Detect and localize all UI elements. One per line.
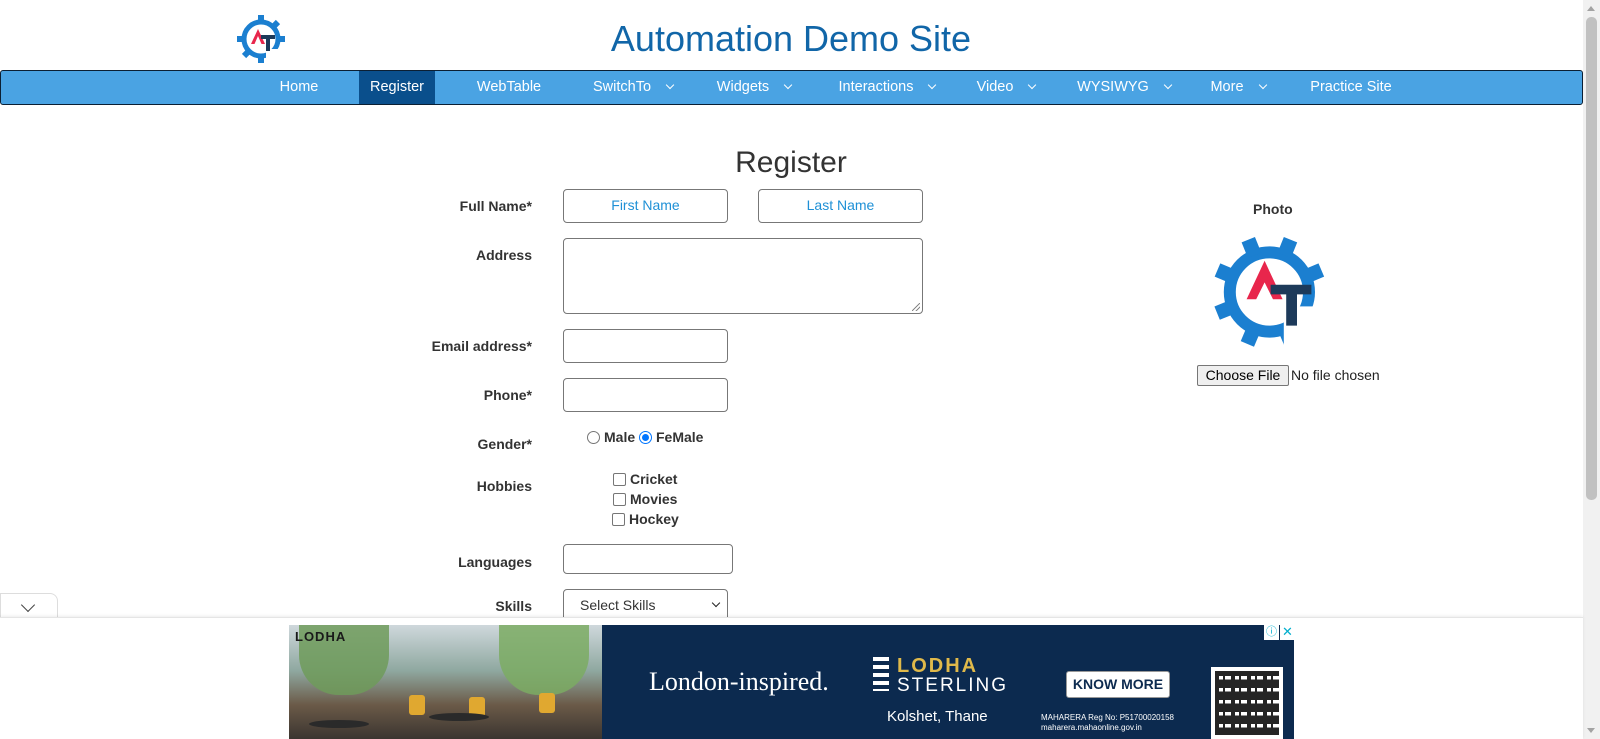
nav-widgets-label: Widgets [716, 79, 770, 95]
nav-home[interactable]: Home [257, 71, 341, 104]
ad-photo-chair [409, 695, 425, 715]
address-label: Address [475, 247, 532, 263]
nav-wysiwyg[interactable]: WYSIWYG [1069, 71, 1179, 104]
ad-collapse-toggle[interactable] [0, 593, 58, 619]
chevron-down-icon [783, 80, 793, 90]
skills-label: Skills [495, 598, 532, 614]
page-title: Register [735, 146, 847, 179]
gender-female-label: FeMale [656, 429, 704, 445]
phone-label: Phone* [483, 387, 532, 403]
qr-code-icon [1215, 671, 1279, 735]
nav-practice-site-label: Practice Site [1310, 79, 1392, 95]
ad-photo-tree [499, 625, 589, 695]
chevron-down-icon [1258, 80, 1267, 90]
chevron-down-icon [711, 598, 721, 608]
nav-switchto-label: SwitchTo [592, 79, 652, 95]
choose-file-button[interactable]: Choose File [1197, 365, 1289, 386]
chevron-down-icon [1163, 80, 1173, 90]
email-input[interactable] [563, 329, 728, 363]
nav-switchto[interactable]: SwitchTo [583, 71, 683, 104]
nav-register-label: Register [370, 79, 424, 95]
ad-photo-table [309, 720, 369, 728]
resize-grip-icon[interactable] [912, 303, 920, 311]
ad-rera-line1: MAHARERA Reg No: P51700020158 [1041, 713, 1174, 722]
ad-tagline: London-inspired. [649, 667, 829, 696]
last-name-input[interactable]: Last Name [758, 189, 923, 223]
phone-input[interactable] [563, 378, 728, 412]
hobby-cricket-label: Cricket [630, 471, 678, 487]
languages-input[interactable] [563, 544, 733, 574]
ad-close-icon[interactable]: ✕ [1280, 625, 1295, 640]
file-status-text: No file chosen [1291, 367, 1380, 383]
nav-widgets[interactable]: Widgets [707, 71, 801, 104]
hobby-movies-checkbox[interactable] [613, 493, 626, 506]
chevron-down-icon [1028, 80, 1037, 90]
hobbies-label: Hobbies [476, 478, 532, 494]
gender-male-label: Male [604, 429, 636, 445]
ad-qr-code [1211, 667, 1283, 739]
ad-banner[interactable]: LODHA London-inspired. LODHA STERLING Ko… [289, 625, 1294, 739]
ad-brand-bars-icon [873, 657, 889, 691]
profile-photo-placeholder-icon [1214, 237, 1332, 352]
nav-webtable-label: WebTable [476, 79, 542, 95]
scroll-up-arrow-icon[interactable] [1587, 6, 1595, 11]
hobby-hockey-label: Hockey [629, 511, 679, 527]
gender-female-radio[interactable] [639, 431, 652, 444]
skills-select-value: Select Skills [580, 597, 656, 613]
ad-rera-text: MAHARERA Reg No: P51700020158 maharera.m… [1041, 713, 1174, 733]
nav-wysiwyg-label: WYSIWYG [1077, 79, 1149, 95]
nav-home-label: Home [279, 79, 319, 95]
ad-info-icon[interactable]: ⓘ [1264, 625, 1279, 640]
page-scrollbar[interactable] [1583, 0, 1600, 739]
nav-practice-site[interactable]: Practice Site [1301, 71, 1401, 104]
ad-photo: LODHA [289, 625, 602, 739]
ad-photo-table [429, 713, 489, 721]
chevron-down-icon [665, 80, 675, 90]
ad-rera-line2: maharera.mahaonline.gov.in [1041, 723, 1142, 732]
hobby-movies-label: Movies [630, 491, 678, 507]
nav-video[interactable]: Video [965, 71, 1047, 104]
ad-location: Kolshet, Thane [887, 708, 988, 725]
gender-label: Gender* [477, 436, 532, 452]
chevron-down-icon [20, 597, 36, 613]
full-name-label: Full Name* [459, 198, 532, 214]
ad-brand-tag: LODHA [295, 629, 347, 644]
nav-video-label: Video [976, 79, 1014, 95]
chevron-down-icon [928, 80, 937, 90]
nav-interactions-label: Interactions [838, 79, 914, 95]
photo-label: Photo [1253, 201, 1293, 217]
scroll-thumb[interactable] [1586, 17, 1597, 500]
languages-label: Languages [458, 554, 532, 570]
nav-more-label: More [1210, 79, 1244, 95]
address-textarea[interactable] [563, 238, 923, 314]
hobby-hockey-checkbox[interactable] [612, 513, 625, 526]
email-label: Email address* [431, 338, 532, 354]
gender-male-radio[interactable] [587, 431, 600, 444]
hobby-cricket-checkbox[interactable] [613, 473, 626, 486]
nav-register[interactable]: Register [359, 71, 435, 104]
nav-webtable[interactable]: WebTable [461, 71, 557, 104]
first-name-input[interactable]: First Name [563, 189, 728, 223]
ad-know-more-button[interactable]: KNOW MORE [1066, 671, 1170, 698]
site-title: Automation Demo Site [610, 18, 972, 59]
ad-photo-chair [539, 693, 555, 713]
nav-more[interactable]: More [1201, 71, 1275, 104]
main-navbar: Home Register WebTable SwitchTo Widgets … [0, 70, 1583, 105]
nav-interactions[interactable]: Interactions [827, 71, 947, 104]
scroll-down-arrow-icon[interactable] [1587, 728, 1595, 733]
ad-brand-line2: STERLING [897, 675, 1009, 696]
